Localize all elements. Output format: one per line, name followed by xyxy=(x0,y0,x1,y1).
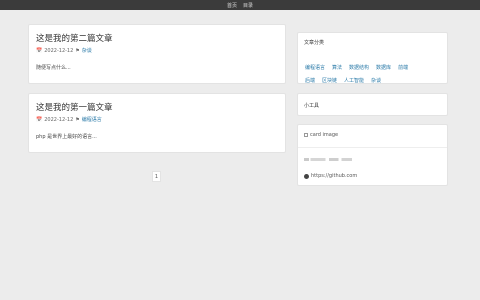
category-tag[interactable]: 人工智能 xyxy=(344,75,364,88)
tools-title: 小工具 xyxy=(304,103,320,109)
nav-catalog-link[interactable]: 目录 xyxy=(243,2,253,9)
category-tag[interactable]: 后端 xyxy=(305,75,315,88)
post-card: 这是我的第一篇文章 📅 2022-12-12 ⚑ 编程语言 php 是世界上最好… xyxy=(28,93,286,153)
post-date: 2022-12-12 xyxy=(44,116,74,123)
categories-title: 文章分类 xyxy=(304,40,325,46)
tools-card: 小工具 xyxy=(297,93,448,116)
category-tag-list: 编程语言 算法 数据结构 数据库 前端 后端 区块链 人工智能 杂谈 xyxy=(305,62,435,88)
card-image-alt: card image xyxy=(310,132,339,138)
top-navbar: 首页 目录 xyxy=(0,0,480,10)
post-date: 2022-12-12 xyxy=(44,47,74,54)
tag-icon: ⚑ xyxy=(75,47,80,54)
category-tag[interactable]: 前端 xyxy=(398,62,408,75)
blurred-text xyxy=(304,158,352,161)
post-category-link[interactable]: 杂谈 xyxy=(82,47,92,54)
divider xyxy=(298,147,447,148)
post-excerpt: 随便写点什么... xyxy=(36,65,71,71)
pagination-page-button[interactable]: 1 xyxy=(152,171,161,182)
github-url[interactable]: https://github.com xyxy=(311,173,357,179)
broken-image-icon xyxy=(304,133,308,137)
calendar-icon: 📅 xyxy=(36,116,43,123)
github-icon xyxy=(304,173,309,179)
post-title[interactable]: 这是我的第二篇文章 xyxy=(36,32,113,44)
category-tag[interactable]: 算法 xyxy=(332,62,342,75)
post-card: 这是我的第二篇文章 📅 2022-12-12 ⚑ 杂谈 随便写点什么... xyxy=(28,24,286,84)
tag-icon: ⚑ xyxy=(75,116,80,123)
post-excerpt: php 是世界上最好的语言... xyxy=(36,134,97,140)
github-link[interactable]: https://github.com xyxy=(304,173,357,179)
nav-home-link[interactable]: 首页 xyxy=(227,2,237,9)
category-tag[interactable]: 数据库 xyxy=(376,62,391,75)
categories-card: 文章分类 编程语言 算法 数据结构 数据库 前端 后端 区块链 人工智能 杂谈 xyxy=(297,32,448,84)
card-image: card image xyxy=(304,132,338,138)
category-tag[interactable]: 数据结构 xyxy=(349,62,369,75)
profile-card: card image https://github.com xyxy=(297,124,448,186)
post-meta: 📅 2022-12-12 ⚑ 编程语言 xyxy=(36,116,102,124)
calendar-icon: 📅 xyxy=(36,47,43,54)
post-meta: 📅 2022-12-12 ⚑ 杂谈 xyxy=(36,47,92,55)
category-tag[interactable]: 区块链 xyxy=(322,75,337,88)
category-tag[interactable]: 编程语言 xyxy=(305,62,325,75)
post-title[interactable]: 这是我的第一篇文章 xyxy=(36,101,113,113)
post-category-link[interactable]: 编程语言 xyxy=(82,116,102,123)
category-tag[interactable]: 杂谈 xyxy=(371,75,381,88)
